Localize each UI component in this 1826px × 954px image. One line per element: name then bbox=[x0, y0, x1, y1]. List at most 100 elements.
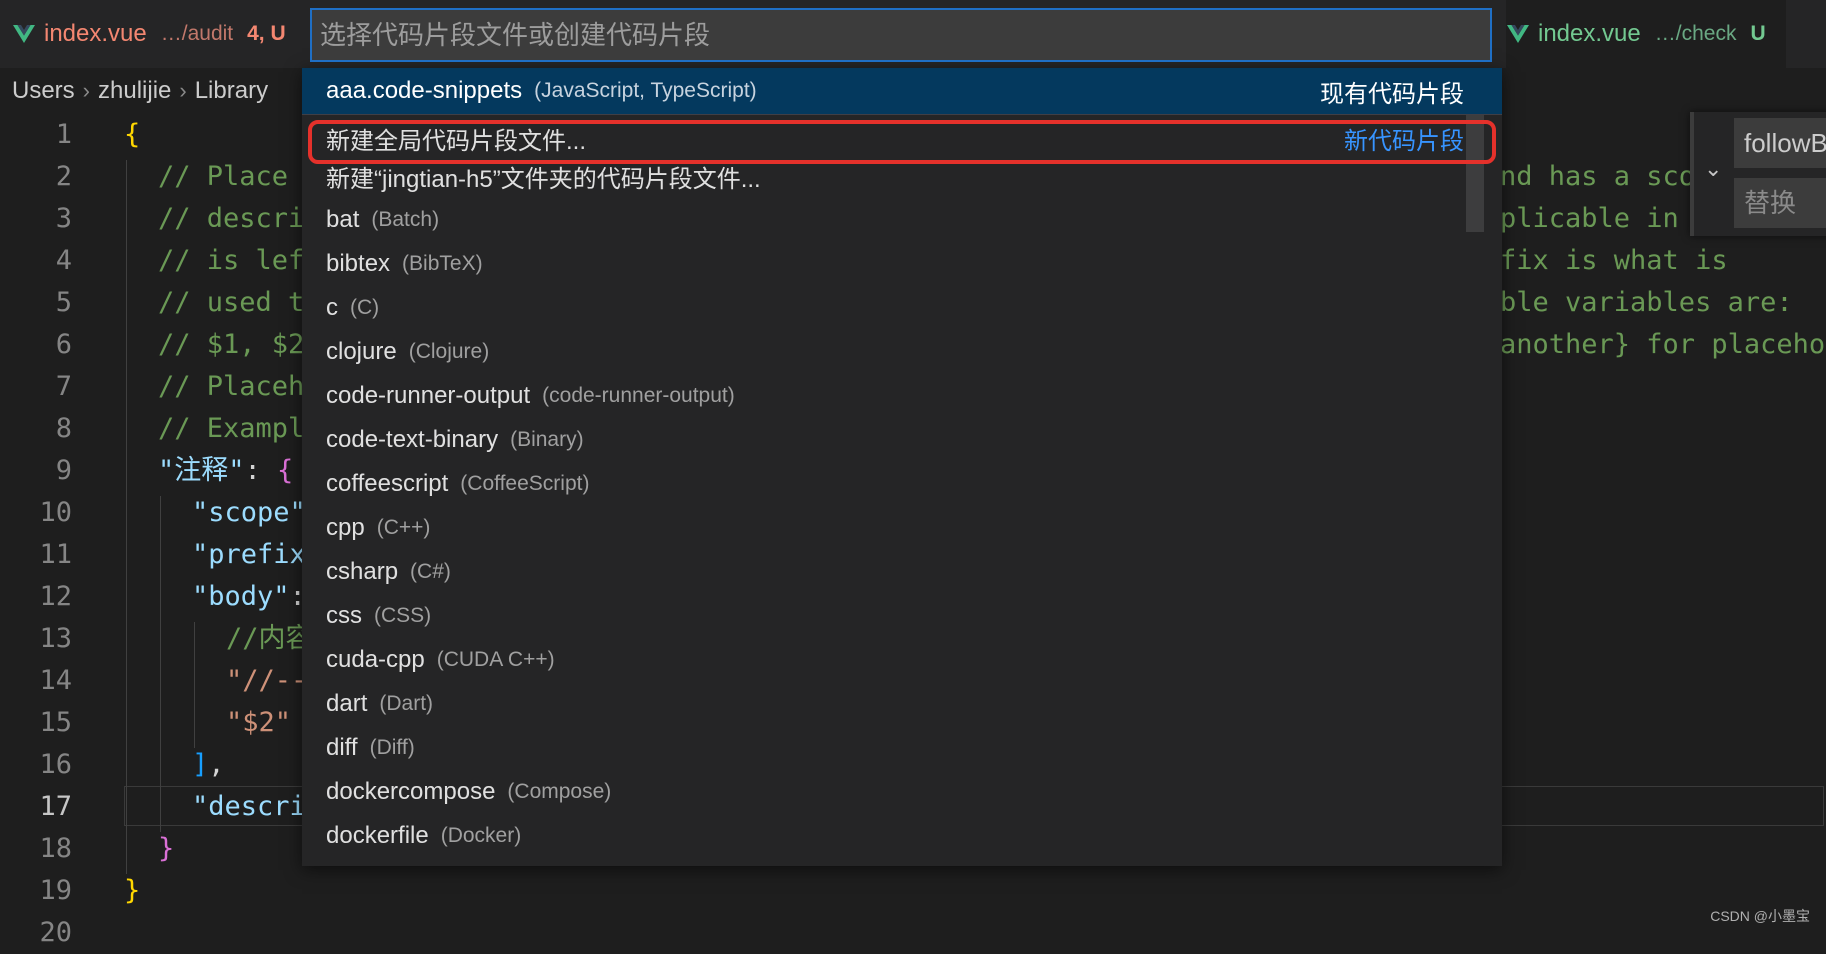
quick-pick-item-description: (C++) bbox=[376, 516, 431, 539]
quick-pick-item-description: (Docker) bbox=[440, 824, 522, 847]
line-code: "注释": { bbox=[158, 455, 294, 486]
breadcrumb-item[interactable]: Library bbox=[195, 77, 268, 105]
tab-name: index.vue bbox=[1538, 20, 1641, 47]
quick-pick-item[interactable]: 新建“jingtian-h5”文件夹的代码片段文件... bbox=[302, 154, 1502, 198]
tab-index-vue-check[interactable]: index.vue …/check U bbox=[1506, 0, 1786, 68]
quick-pick-item-description: (CSS) bbox=[374, 604, 432, 627]
quick-pick-item[interactable]: cpp (C++) bbox=[302, 506, 1502, 550]
line-code: // descri bbox=[158, 203, 305, 234]
quick-pick-item-description: (Diff) bbox=[369, 736, 415, 759]
quick-pick-item-label: csharp bbox=[326, 558, 399, 585]
quick-pick-divider bbox=[302, 114, 1502, 115]
line-code: } bbox=[124, 875, 141, 906]
line-number: 11 bbox=[39, 539, 72, 570]
code-line[interactable]: 20 bbox=[0, 912, 1826, 954]
line-code: "//-- bbox=[226, 665, 308, 696]
line-number: 5 bbox=[55, 287, 72, 318]
breadcrumb-item[interactable]: zhulijie bbox=[98, 77, 171, 105]
quick-pick-item[interactable]: code-text-binary (Binary) bbox=[302, 418, 1502, 462]
vue-file-icon bbox=[1507, 25, 1529, 43]
line-number: 1 bbox=[55, 119, 72, 150]
line-number: 3 bbox=[55, 203, 72, 234]
quick-pick-item-label: 新建全局代码片段文件... bbox=[326, 127, 587, 155]
tab-badge: U bbox=[1750, 22, 1766, 45]
watermark: CSDN @小墨宝 bbox=[1710, 908, 1810, 924]
line-code: ], bbox=[192, 749, 225, 780]
quick-pick-item[interactable]: code-runner-output (code-runner-output) bbox=[302, 374, 1502, 418]
line-number: 10 bbox=[39, 497, 72, 528]
line-code: // Place bbox=[158, 161, 289, 192]
quick-pick-item-label: code-text-binary bbox=[326, 426, 499, 453]
quick-pick-item-description: (C) bbox=[350, 296, 380, 319]
quick-pick-item-label: aaa.code-snippets bbox=[326, 77, 523, 104]
chevron-down-icon[interactable]: ⌄ bbox=[1704, 156, 1726, 181]
line-number: 2 bbox=[55, 161, 72, 192]
tab-path: …/audit bbox=[160, 22, 234, 45]
quick-pick-item-description: (C#) bbox=[410, 560, 451, 583]
quick-pick-item[interactable]: css (CSS) bbox=[302, 594, 1502, 638]
quick-pick-item[interactable]: bat (Batch) bbox=[302, 198, 1502, 242]
code-fragment: plicable in bbox=[1500, 203, 1679, 234]
quick-pick-item[interactable]: cuda-cpp (CUDA C++) bbox=[302, 638, 1502, 682]
line-code: // is lef bbox=[158, 245, 305, 276]
line-number: 12 bbox=[39, 581, 72, 612]
quick-pick-item-label: 新建“jingtian-h5”文件夹的代码片段文件... bbox=[326, 165, 761, 193]
quick-pick-separator-label: 新代码片段 bbox=[1344, 127, 1464, 155]
code-fragment: nd has a sco bbox=[1500, 161, 1696, 192]
quick-pick-item-label: dockercompose bbox=[326, 778, 496, 805]
quick-pick-item-description: (CUDA C++) bbox=[436, 648, 555, 671]
quick-pick-item-label: css bbox=[326, 602, 362, 629]
quick-pick-item-label: dart bbox=[326, 690, 368, 717]
quick-pick-item[interactable]: aaa.code-snippets (JavaScript, TypeScript… bbox=[302, 68, 1502, 114]
quick-pick-item[interactable]: dockerfile (Docker) bbox=[302, 814, 1502, 858]
quick-pick-item-description: (Compose) bbox=[507, 780, 612, 803]
line-number: 16 bbox=[39, 749, 72, 780]
line-code: "scope" bbox=[192, 497, 306, 528]
quick-pick-list: aaa.code-snippets (JavaScript, TypeScript… bbox=[302, 68, 1502, 866]
quick-pick-item-description: (JavaScript, TypeScript) bbox=[534, 79, 757, 102]
code-fragment: ble variables are: bbox=[1500, 287, 1793, 318]
line-number: 15 bbox=[39, 707, 72, 738]
code-line[interactable]: 19} bbox=[0, 870, 1826, 912]
indent-guide bbox=[160, 496, 161, 832]
quick-pick-item[interactable]: csharp (C#) bbox=[302, 550, 1502, 594]
quick-pick-item-description: (Dart) bbox=[379, 692, 434, 715]
quick-pick-item-label: bat bbox=[326, 206, 360, 233]
line-number: 14 bbox=[39, 665, 72, 696]
quick-pick-item[interactable]: dockercompose (Compose) bbox=[302, 770, 1502, 814]
line-code: // used t bbox=[158, 287, 305, 318]
find-input[interactable]: followB bbox=[1734, 118, 1826, 168]
quick-pick-item-label: coffeescript bbox=[326, 470, 449, 497]
quick-pick-item-label: cuda-cpp bbox=[326, 646, 425, 673]
line-number: 18 bbox=[39, 833, 72, 864]
tab-index-vue-audit[interactable]: index.vue …/audit 4, U bbox=[12, 0, 286, 68]
line-code: "descri bbox=[192, 791, 306, 822]
quick-pick-item-label: code-runner-output bbox=[326, 382, 531, 409]
code-fragment: another} for placeho bbox=[1500, 329, 1826, 360]
line-code: "$2" bbox=[226, 707, 292, 738]
line-number: 19 bbox=[39, 875, 72, 906]
quick-pick-input[interactable] bbox=[310, 8, 1492, 62]
quick-pick-item-label: c bbox=[326, 294, 338, 321]
line-code: // Exampl bbox=[158, 413, 305, 444]
breadcrumb-item[interactable]: Users bbox=[12, 77, 75, 105]
quick-pick-item[interactable]: diff (Diff) bbox=[302, 726, 1502, 770]
quick-pick-item[interactable]: clojure (Clojure) bbox=[302, 330, 1502, 374]
tab-path: …/check bbox=[1654, 22, 1737, 45]
quick-pick-item[interactable]: bibtex (BibTeX) bbox=[302, 242, 1502, 286]
quick-pick-item[interactable]: coffeescript (CoffeeScript) bbox=[302, 462, 1502, 506]
line-number: 6 bbox=[55, 329, 72, 360]
replace-input[interactable]: 替换 bbox=[1734, 178, 1826, 228]
find-replace-widget: ⌄ followB 替换 bbox=[1690, 112, 1826, 236]
quick-pick-item[interactable]: c (C) bbox=[302, 286, 1502, 330]
quick-pick-item-label: clojure bbox=[326, 338, 397, 365]
quick-pick-item-label: diff bbox=[326, 734, 358, 761]
quick-pick-item[interactable]: dart (Dart) bbox=[302, 682, 1502, 726]
indent-guide bbox=[194, 622, 195, 748]
line-code: // Placeh bbox=[158, 371, 305, 402]
line-number: 4 bbox=[55, 245, 72, 276]
tab-badge: 4, U bbox=[247, 22, 286, 45]
chevron-right-icon: › bbox=[82, 78, 90, 103]
indent-guide bbox=[126, 160, 127, 874]
line-code: //内容 bbox=[226, 623, 313, 654]
